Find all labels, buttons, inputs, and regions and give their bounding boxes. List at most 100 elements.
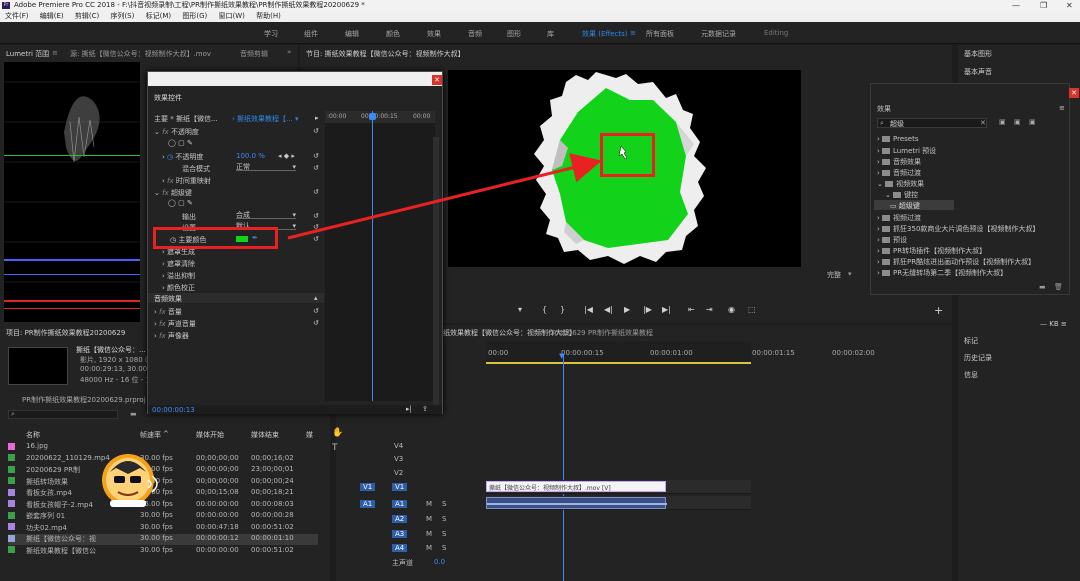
workspace-libraries[interactable]: 库 <box>547 29 554 39</box>
color-correction-section[interactable]: › 颜色校正 <box>162 283 195 293</box>
playhead-marker-icon[interactable]: ▼ <box>559 352 564 360</box>
workspace-learn[interactable]: 学习 <box>264 29 278 39</box>
clip-thumbnail[interactable] <box>8 347 68 385</box>
project-search-input[interactable]: ⌕ <box>8 410 118 419</box>
work-area-bar[interactable] <box>486 362 751 364</box>
current-timecode[interactable]: 00:00:00:13 <box>152 406 195 414</box>
32bit-effects-icon[interactable]: ▣ <box>1014 118 1021 126</box>
ultra-key-section[interactable]: ⌄ fx 超级键 <box>154 188 192 198</box>
col-header-media-start[interactable]: 媒体开始 <box>196 430 224 440</box>
workspace-editing-en[interactable]: Editing <box>764 29 788 37</box>
master-volume-value[interactable]: 0.0 <box>434 558 445 566</box>
pen-mask-icon[interactable]: ✎ <box>187 199 193 207</box>
project-row[interactable]: 嵌套序列 01 30.00 fps 00:00:00:00 00:00:00:28 <box>8 511 318 522</box>
effects-folder-presets-2[interactable]: › 预设 <box>877 235 907 245</box>
volume-reset-icon[interactable]: ↺ <box>313 307 319 315</box>
tab-history[interactable]: 历史记录 <box>964 353 992 363</box>
tab-essential-graphics[interactable]: 基本图形 <box>964 49 992 59</box>
workspace-effects[interactable]: 效果 <box>427 29 441 39</box>
menu-edit[interactable]: 编辑(E) <box>40 12 64 20</box>
tab-project[interactable]: 项目: PR制作撕纸效果教程20200629 <box>6 328 125 338</box>
effect-controls-mini-timeline[interactable]: :00:00 00:00:00:15 00:00 <box>325 111 435 401</box>
close-icon[interactable]: ✕ <box>1066 0 1073 11</box>
keyframe-nav-icon[interactable]: ◂ ◆ ▸ <box>278 152 295 160</box>
tab-info[interactable]: 信息 <box>964 370 978 380</box>
effects-folder-transition-plugin[interactable]: › PR转场插件【视频制作大叔】 <box>877 246 986 256</box>
sequence-clip-select[interactable]: › 撕纸效果教程【... ▾ <box>232 114 298 124</box>
channel-volume-section[interactable]: › fx 声道音量 <box>154 319 196 329</box>
effects-search-box[interactable]: ⌕ 超级 ✕ <box>877 118 987 128</box>
track-v3-label[interactable]: V3 <box>394 455 403 463</box>
timeline-ruler[interactable]: 00:00 00:00:00:15 00:00:01:00 <box>486 341 751 363</box>
time-remap-section[interactable]: › fx 时间重映射 <box>162 176 211 186</box>
effects-menu-icon[interactable]: ≡ <box>1059 104 1065 112</box>
sort-ascending-icon[interactable]: ^ <box>163 430 169 438</box>
menu-marker[interactable]: 标记(M) <box>146 12 172 20</box>
volume-section[interactable]: › fx 音量 <box>154 307 182 317</box>
opacity-reset-icon[interactable]: ↺ <box>313 127 319 135</box>
yuv-effects-icon[interactable]: ▣ <box>1029 118 1036 126</box>
menu-sequence[interactable]: 序列(S) <box>110 12 134 20</box>
panner-section[interactable]: › fx 声像器 <box>154 331 189 341</box>
menu-window[interactable]: 窗口(W) <box>218 12 244 20</box>
export-icon[interactable]: ⇪ <box>422 405 428 413</box>
track-v4-label[interactable]: V4 <box>394 442 403 450</box>
solo-a3-button[interactable]: S <box>442 530 446 538</box>
key-color-reset-icon[interactable]: ↺ <box>313 235 319 243</box>
mute-a4-button[interactable]: M <box>426 544 432 552</box>
matte-cleanup-section[interactable]: › 遮罩清除 <box>162 259 195 269</box>
collapse-icon[interactable]: ▴ <box>314 294 318 302</box>
solo-a4-button[interactable]: S <box>442 544 446 552</box>
opacity-value[interactable]: 100.0 % <box>236 152 265 160</box>
workspace-assembly[interactable]: 组件 <box>304 29 318 39</box>
blend-reset-icon[interactable]: ↺ <box>313 164 319 172</box>
workspace-metadata[interactable]: 元数据记录 <box>701 29 736 39</box>
tab-markers[interactable]: 标记 <box>964 336 978 346</box>
ultra-key-reset-icon[interactable]: ↺ <box>313 188 319 196</box>
clip-a1-audio[interactable] <box>486 497 667 509</box>
nav-right-icon[interactable]: ▸ <box>315 114 319 122</box>
master-clip-select[interactable]: 主要 * 撕纸【微信... <box>154 114 218 124</box>
mute-a2-button[interactable]: M <box>426 515 432 523</box>
type-tool-icon[interactable]: T <box>332 443 338 453</box>
solo-a1-button[interactable]: S <box>442 500 446 508</box>
effects-folder-audio-transitions[interactable]: › 音频过渡 <box>877 168 921 178</box>
effects-folder-lumetri[interactable]: › Lumetri 预设 <box>877 146 936 156</box>
settings-reset-icon[interactable]: ↺ <box>313 223 319 231</box>
master-track-label[interactable]: 主声道 <box>392 558 413 568</box>
delete-icon[interactable]: 🗑 <box>1054 283 1063 291</box>
stopwatch-icon[interactable]: ◷ <box>167 153 173 161</box>
effects-folder-video-transitions[interactable]: › 视频过渡 <box>877 213 921 223</box>
effects-folder-presets[interactable]: › Presets <box>877 135 919 143</box>
ellipse-mask-icon[interactable]: ◯ <box>168 199 176 207</box>
channel-volume-reset-icon[interactable]: ↺ <box>313 319 319 327</box>
tab-essential-sound[interactable]: 基本声音 <box>964 67 992 77</box>
source-patch-v1[interactable]: V1 <box>360 483 376 491</box>
minimize-icon[interactable]: — <box>1012 0 1020 11</box>
workspace-color[interactable]: 颜色 <box>386 29 400 39</box>
rect-mask-icon[interactable]: ▢ <box>178 199 185 207</box>
project-row[interactable]: 功夫02.mp4 30.00 fps 00:00:47:18 00:00:51:02 <box>8 523 318 534</box>
effects-folder-grading-presets[interactable]: › 抓狂350款商业大片调色预设【视频制作大叔】 <box>877 224 1039 234</box>
menu-graphics[interactable]: 图形(G) <box>182 12 207 20</box>
tab-source[interactable]: 源: 撕纸【微信公众号：视频制作大叔】.mov <box>70 49 211 59</box>
new-bin-icon[interactable]: ▬ <box>130 410 137 418</box>
track-a2-label[interactable]: A2 <box>392 515 408 523</box>
track-a3-label[interactable]: A3 <box>392 530 408 538</box>
panel-overflow-icon[interactable]: » <box>287 48 291 56</box>
menu-file[interactable]: 文件(F) <box>5 12 29 20</box>
col-header-fps[interactable]: 帧速率 <box>140 430 161 440</box>
tab-sequence-2[interactable]: 20200629 PR制作撕纸效果教程 <box>550 328 653 338</box>
pen-mask-icon[interactable]: ✎ <box>187 139 193 147</box>
col-header-name[interactable]: 名称 <box>26 430 40 440</box>
rect-mask-icon[interactable]: ▢ <box>178 139 185 147</box>
tab-lumetri-scope[interactable]: Lumetri 范围 <box>6 49 49 59</box>
playback-quality-select[interactable]: 完整 <box>827 270 841 280</box>
workspace-effects-active[interactable]: 效果 (Effects) <box>582 29 627 39</box>
effect-controls-titlebar[interactable] <box>148 72 442 86</box>
workspace-audio[interactable]: 音频 <box>468 29 482 39</box>
workspace-menu-icon[interactable]: ≡ <box>630 29 636 37</box>
project-row[interactable]: 撕纸【微信公众号：视 30.00 fps 00:00:00:12 00:00:01:1… <box>8 534 318 545</box>
project-row[interactable]: 撕纸效果教程【微信公 30.00 fps 00:00:00:00 00:00:51:0… <box>8 546 318 557</box>
solo-a2-button[interactable]: S <box>442 515 446 523</box>
